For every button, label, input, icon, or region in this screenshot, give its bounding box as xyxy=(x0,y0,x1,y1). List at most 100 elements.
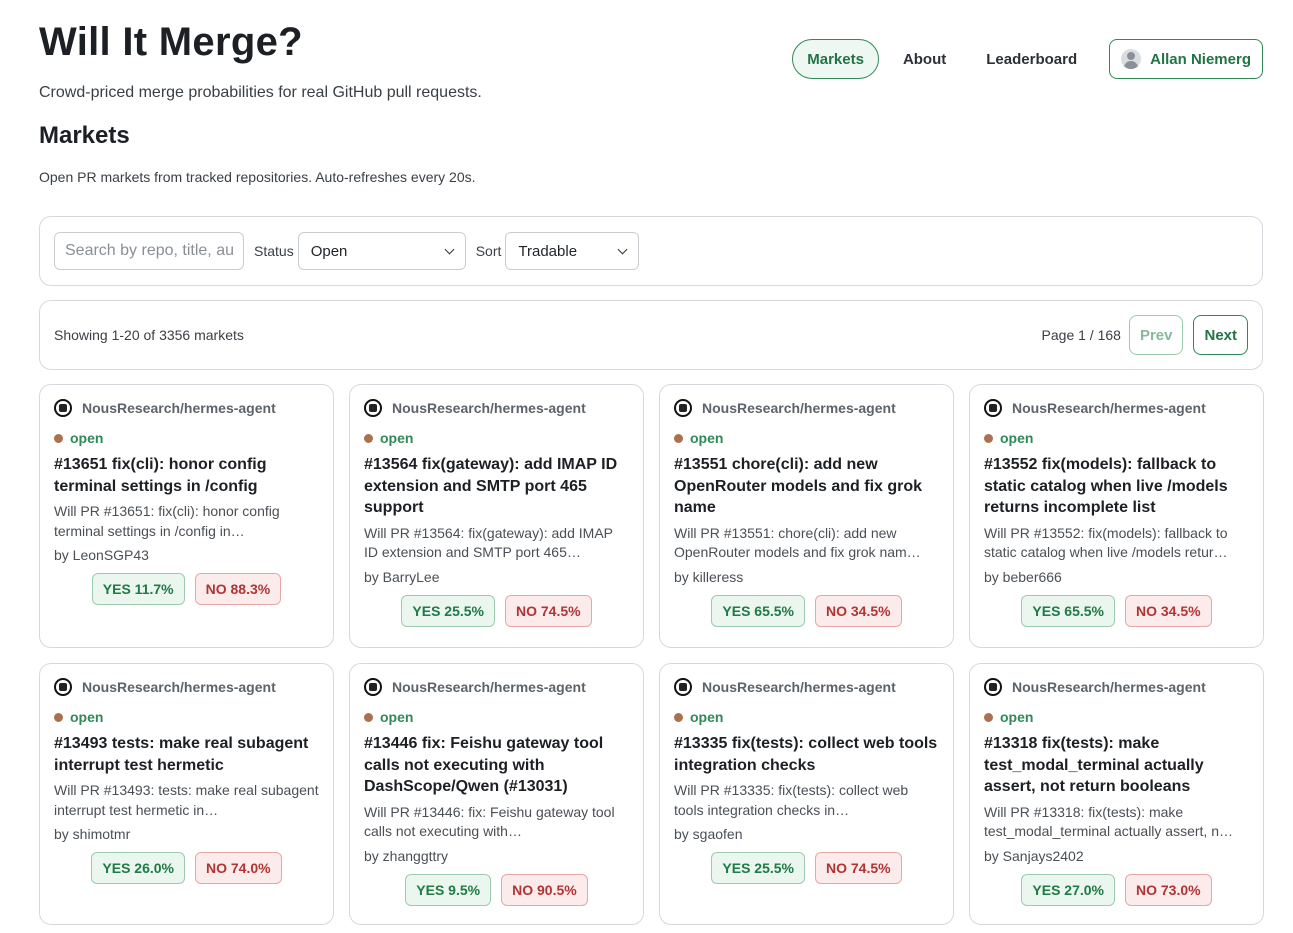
pr-author: by zhanggttry xyxy=(364,847,449,864)
pr-title[interactable]: #13552 fix(models): fallback to static c… xyxy=(984,454,1249,519)
repo-avatar-icon xyxy=(364,678,382,696)
user-name: Allan Niemerg xyxy=(1150,50,1251,68)
repo-name[interactable]: NousResearch/hermes-agent xyxy=(702,400,896,416)
pr-title[interactable]: #13493 tests: make real subagent interru… xyxy=(54,733,319,776)
no-button[interactable]: NO 74.5% xyxy=(505,594,592,627)
status-text: open xyxy=(690,430,724,446)
next-button[interactable]: Next xyxy=(1193,315,1248,355)
repo-avatar-icon xyxy=(54,678,72,696)
filter-bar: Status Open Sort Tradable xyxy=(39,216,1263,286)
status-dot-icon xyxy=(984,433,993,443)
avatar-icon xyxy=(1121,49,1142,69)
pr-description: Will PR #13551: chore(cli): add new Open… xyxy=(674,524,921,561)
yes-button[interactable]: YES 65.5% xyxy=(1021,594,1115,627)
market-card[interactable]: NousResearch/hermes-agent open #13335 fi… xyxy=(659,663,954,925)
status-text: open xyxy=(1000,430,1034,446)
market-card[interactable]: NousResearch/hermes-agent open #13552 fi… xyxy=(969,384,1264,648)
section-title: Markets xyxy=(39,122,130,149)
yes-button[interactable]: YES 27.0% xyxy=(1021,873,1115,906)
prev-button[interactable]: Prev xyxy=(1128,315,1184,355)
sort-select[interactable]: Tradable xyxy=(505,232,640,270)
sort-select-value: Tradable xyxy=(518,242,578,260)
pr-author: by shimotmr xyxy=(54,826,131,842)
repo-avatar-icon xyxy=(364,399,382,417)
yes-button[interactable]: YES 9.5% xyxy=(405,873,492,906)
status-dot-icon xyxy=(364,712,373,722)
pr-title[interactable]: #13335 fix(tests): collect web tools int… xyxy=(674,733,939,776)
pr-author: by killeress xyxy=(674,568,744,585)
no-button[interactable]: NO 90.5% xyxy=(501,873,588,906)
no-button[interactable]: NO 34.5% xyxy=(815,594,902,627)
page-indicator: Page 1 / 168 xyxy=(1041,327,1121,343)
status-text: open xyxy=(70,709,104,725)
pagination-bar: Showing 1-20 of 3356 markets Page 1 / 16… xyxy=(39,300,1263,370)
status-dot-icon xyxy=(674,433,683,443)
pr-author: by sgaofen xyxy=(674,826,743,842)
status-dot-icon xyxy=(54,433,63,443)
status-dot-icon xyxy=(54,712,63,722)
market-card[interactable]: NousResearch/hermes-agent open #13651 fi… xyxy=(39,384,334,648)
chevron-down-icon xyxy=(617,244,628,254)
yes-button[interactable]: YES 11.7% xyxy=(91,573,185,605)
repo-name[interactable]: NousResearch/hermes-agent xyxy=(1012,679,1206,695)
pr-description: Will PR #13318: fix(tests): make test_mo… xyxy=(984,803,1233,840)
repo-name[interactable]: NousResearch/hermes-agent xyxy=(82,400,276,416)
search-input[interactable] xyxy=(54,232,244,270)
site-tagline: Crowd-priced merge probabilities for rea… xyxy=(39,84,482,101)
status-text: open xyxy=(690,709,724,725)
user-menu-button[interactable]: Allan Niemerg xyxy=(1109,39,1263,79)
market-card[interactable]: NousResearch/hermes-agent open #13318 fi… xyxy=(969,663,1264,925)
section-subtitle: Open PR markets from tracked repositorie… xyxy=(39,169,476,185)
pr-description: Will PR #13493: tests: make real subagen… xyxy=(54,782,319,818)
status-select[interactable]: Open xyxy=(297,232,466,270)
no-button[interactable]: NO 88.3% xyxy=(194,573,282,605)
repo-avatar-icon xyxy=(674,678,692,696)
chevron-down-icon xyxy=(444,244,455,254)
market-card[interactable]: NousResearch/hermes-agent open #13564 fi… xyxy=(349,384,644,648)
nav-markets[interactable]: Markets xyxy=(792,39,879,79)
no-button[interactable]: NO 34.5% xyxy=(1125,594,1212,627)
repo-name[interactable]: NousResearch/hermes-agent xyxy=(1012,400,1206,416)
status-label: Status xyxy=(254,243,294,259)
market-grid: NousResearch/hermes-agent open #13651 fi… xyxy=(39,384,1264,925)
yes-button[interactable]: YES 26.0% xyxy=(91,852,185,884)
yes-button[interactable]: YES 25.5% xyxy=(711,852,805,884)
nav-leaderboard[interactable]: Leaderboard xyxy=(986,51,1077,68)
pr-title[interactable]: #13318 fix(tests): make test_modal_termi… xyxy=(984,733,1249,798)
status-text: open xyxy=(380,430,414,446)
market-card[interactable]: NousResearch/hermes-agent open #13493 te… xyxy=(39,663,334,925)
market-card[interactable]: NousResearch/hermes-agent open #13551 ch… xyxy=(659,384,954,648)
site-title: Will It Merge? xyxy=(39,20,303,64)
no-button[interactable]: NO 74.5% xyxy=(815,852,902,884)
pr-title[interactable]: #13446 fix: Feishu gateway tool calls no… xyxy=(364,733,629,798)
pr-description: Will PR #13552: fix(models): fallback to… xyxy=(984,524,1228,561)
no-button[interactable]: NO 73.0% xyxy=(1125,873,1212,906)
pr-author: by beber666 xyxy=(984,568,1062,585)
sort-label: Sort xyxy=(475,243,502,259)
market-card[interactable]: NousResearch/hermes-agent open #13446 fi… xyxy=(349,663,644,925)
status-text: open xyxy=(380,709,414,725)
repo-name[interactable]: NousResearch/hermes-agent xyxy=(392,679,586,695)
pr-description: Will PR #13564: fix(gateway): add IMAP I… xyxy=(364,524,613,561)
repo-name[interactable]: NousResearch/hermes-agent xyxy=(702,679,896,695)
repo-name[interactable]: NousResearch/hermes-agent xyxy=(392,400,586,416)
repo-avatar-icon xyxy=(674,399,692,417)
status-select-value: Open xyxy=(310,242,348,260)
pr-description: Will PR #13446: fix: Feishu gateway tool… xyxy=(364,803,615,840)
yes-button[interactable]: YES 65.5% xyxy=(711,594,805,627)
nav-about[interactable]: About xyxy=(903,51,946,68)
status-dot-icon xyxy=(674,712,683,722)
pr-title[interactable]: #13651 fix(cli): honor config terminal s… xyxy=(54,454,319,497)
pr-author: by Sanjays2402 xyxy=(984,847,1084,864)
pr-title[interactable]: #13551 chore(cli): add new OpenRouter mo… xyxy=(674,454,939,519)
status-dot-icon xyxy=(364,433,373,443)
no-button[interactable]: NO 74.0% xyxy=(195,852,282,884)
repo-name[interactable]: NousResearch/hermes-agent xyxy=(82,679,276,695)
results-count: Showing 1-20 of 3356 markets xyxy=(54,327,244,343)
site-header: Will It Merge? Crowd-priced merge probab… xyxy=(39,18,482,102)
yes-button[interactable]: YES 25.5% xyxy=(401,594,495,627)
status-text: open xyxy=(1000,709,1034,725)
status-text: open xyxy=(70,430,104,446)
pr-title[interactable]: #13564 fix(gateway): add IMAP ID extensi… xyxy=(364,454,629,519)
status-dot-icon xyxy=(984,712,993,722)
